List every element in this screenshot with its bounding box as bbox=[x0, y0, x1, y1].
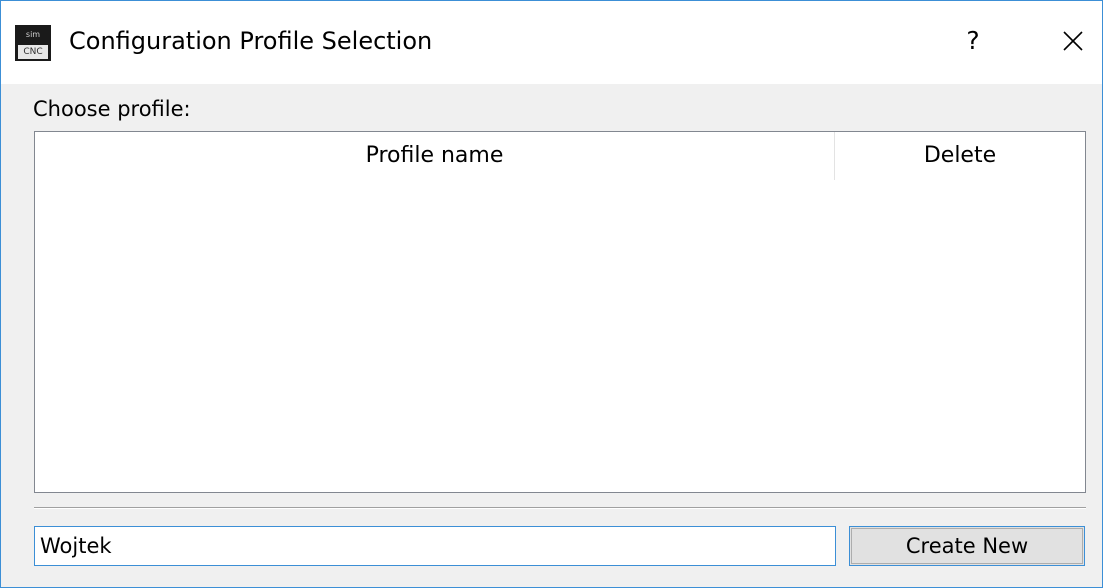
profile-name-input[interactable] bbox=[34, 526, 836, 566]
divider-highlight bbox=[34, 508, 1086, 509]
help-button[interactable]: ? bbox=[953, 19, 993, 63]
window-title: Configuration Profile Selection bbox=[69, 27, 433, 55]
create-new-button[interactable]: Create New bbox=[849, 526, 1085, 566]
choose-profile-label: Choose profile: bbox=[33, 97, 191, 121]
app-icon-top-text: sim bbox=[15, 25, 51, 44]
title-bar[interactable]: sim CNC Configuration Profile Selection … bbox=[1, 1, 1102, 84]
create-new-button-focus-frame bbox=[851, 528, 1083, 564]
close-icon bbox=[1063, 31, 1083, 51]
column-header-profile-name[interactable]: Profile name bbox=[35, 132, 835, 180]
profile-table[interactable]: Profile name Delete bbox=[34, 131, 1086, 493]
profile-dialog-window: sim CNC Configuration Profile Selection … bbox=[0, 0, 1103, 588]
close-button[interactable] bbox=[1053, 19, 1093, 63]
simcnc-app-icon: sim CNC bbox=[15, 25, 51, 61]
app-icon-bottom-text: CNC bbox=[18, 45, 48, 59]
column-header-delete[interactable]: Delete bbox=[835, 132, 1085, 180]
